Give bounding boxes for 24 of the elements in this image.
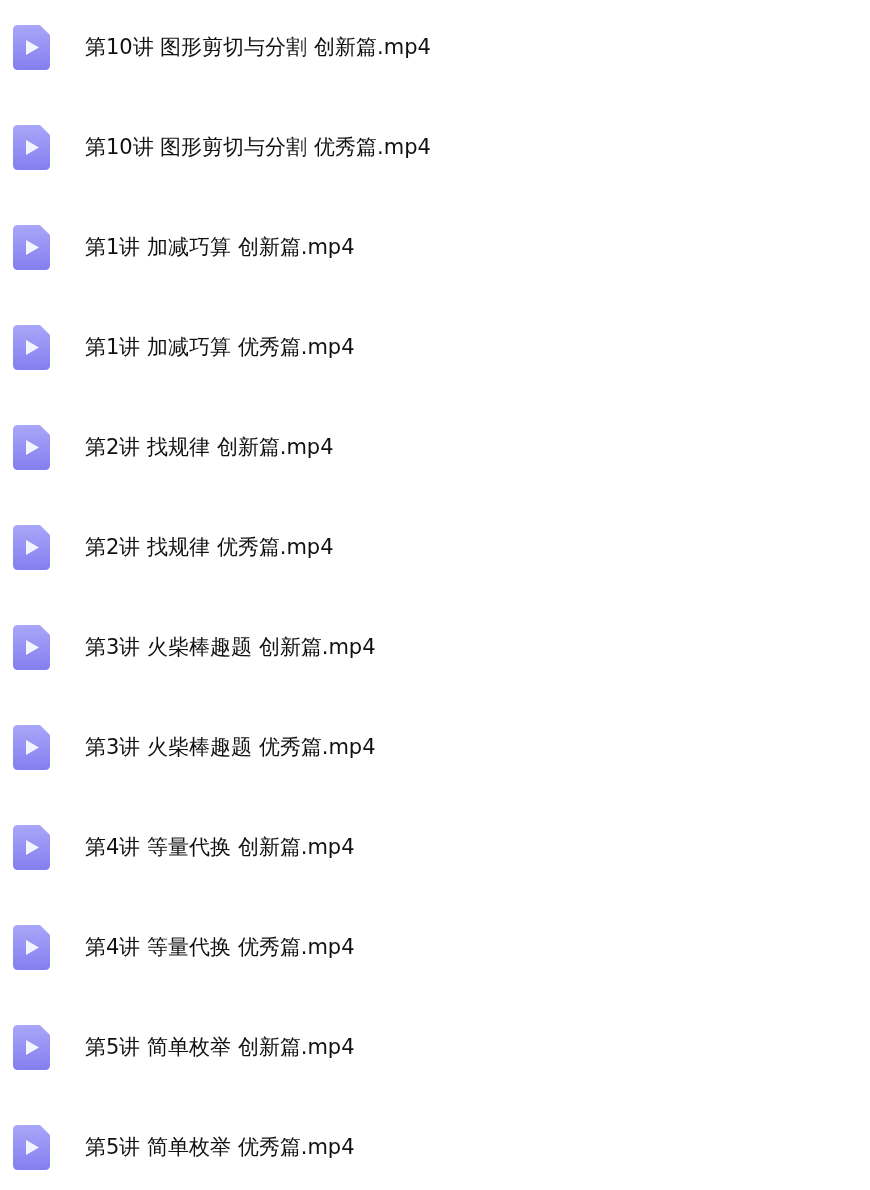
video-file-icon [13, 824, 50, 870]
file-name[interactable]: 第5讲 简单枚举 创新篇.mp4 [85, 1033, 355, 1061]
video-file-icon [13, 124, 50, 170]
file-name[interactable]: 第3讲 火柴棒趣题 创新篇.mp4 [85, 633, 376, 661]
file-name[interactable]: 第10讲 图形剪切与分割 创新篇.mp4 [85, 33, 431, 61]
file-name[interactable]: 第5讲 简单枚举 优秀篇.mp4 [85, 1133, 355, 1161]
file-name[interactable]: 第1讲 加减巧算 优秀篇.mp4 [85, 333, 355, 361]
video-file-icon [13, 24, 50, 70]
file-name[interactable]: 第4讲 等量代换 优秀篇.mp4 [85, 933, 355, 961]
file-name[interactable]: 第10讲 图形剪切与分割 优秀篇.mp4 [85, 133, 431, 161]
video-file-icon [13, 924, 50, 970]
video-file-icon [13, 1024, 50, 1070]
file-name[interactable]: 第2讲 找规律 优秀篇.mp4 [85, 533, 334, 561]
video-file-icon [13, 524, 50, 570]
video-file-icon [13, 724, 50, 770]
video-file-icon [13, 224, 50, 270]
video-file-icon [13, 1124, 50, 1170]
file-name[interactable]: 第1讲 加减巧算 创新篇.mp4 [85, 233, 355, 261]
video-file-icon [13, 624, 50, 670]
file-name[interactable]: 第3讲 火柴棒趣题 优秀篇.mp4 [85, 733, 376, 761]
file-name[interactable]: 第2讲 找规律 创新篇.mp4 [85, 433, 334, 461]
video-file-icon [13, 324, 50, 370]
video-file-icon [13, 424, 50, 470]
file-name[interactable]: 第4讲 等量代换 创新篇.mp4 [85, 833, 355, 861]
